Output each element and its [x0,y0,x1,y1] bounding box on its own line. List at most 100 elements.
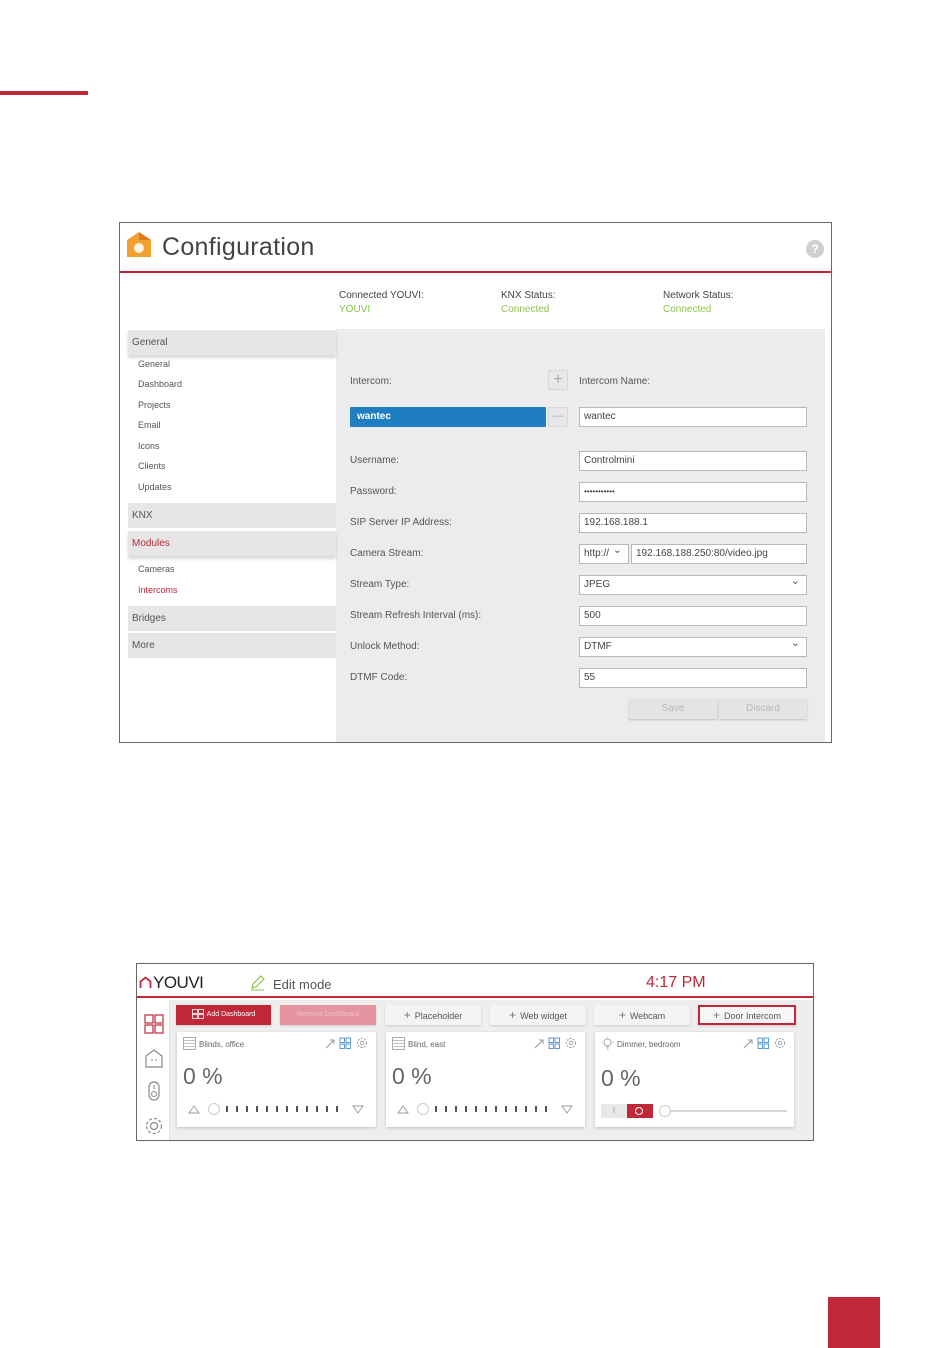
save-button[interactable]: Save [629,699,717,719]
widget-blind-east[interactable]: Blind, east 0 % [386,1032,585,1127]
status-network: Network Status: Connected [663,289,734,317]
sidebar-item-email[interactable]: Email [138,420,161,430]
dashboard-header: YOUVI Edit mode 4:17 PM [137,964,813,998]
widget-name: Blinds, office [199,1040,245,1049]
dtmf-code-field[interactable]: 55 [579,668,807,688]
configuration-header: Configuration ? [120,223,831,273]
settings-gear-icon[interactable] [144,1116,164,1136]
sidebar-item-intercoms[interactable]: Intercoms [138,585,178,595]
configuration-body: Connected YOUVI: YOUVI KNX Status: Conne… [126,279,825,742]
device-icon[interactable] [144,1081,164,1101]
clock: 4:17 PM [646,974,706,991]
discard-button[interactable]: Discard [719,699,807,719]
sidebar-section-bridges[interactable]: Bridges [128,606,336,631]
plus-icon: + [712,1008,720,1022]
status-bar: Connected YOUVI: YOUVI KNX Status: Conne… [126,279,825,329]
intercom-label: Intercom: [350,376,392,387]
brand-name: YOUVI [153,973,204,992]
widget-name: Blind, east [408,1040,446,1049]
grid-icon [191,1009,204,1020]
add-dashboard-label: Add Dashboard [206,1011,256,1018]
widget-value: 0 % [601,1065,641,1091]
unlock-method-select[interactable]: DTMF [579,634,807,657]
sidebar-section-more[interactable]: More [128,633,336,658]
dtmf-code-label: DTMF Code: [350,672,408,683]
intercom-name-field[interactable]: wantec [579,407,807,427]
sidebar-item-cameras[interactable]: Cameras [138,564,175,574]
blind-position-stepper[interactable] [187,1102,368,1116]
status-label: Network Status: [663,290,734,301]
web-widget-label: Web widget [520,1011,567,1021]
sidebar-section-general[interactable]: General [128,330,336,355]
blinds-icon [183,1037,196,1050]
camera-stream-label: Camera Stream: [350,548,424,559]
sidebar-item-icons[interactable]: Icons [138,441,160,451]
help-icon[interactable]: ? [806,240,824,258]
password-label: Password: [350,486,397,497]
username-label: Username: [350,455,399,466]
sidebar-item-projects[interactable]: Projects [138,400,171,410]
add-webcam-button[interactable]: + Webcam [594,1005,690,1025]
power-on-icon[interactable] [627,1104,653,1118]
pencil-icon [251,975,265,991]
unlock-method-label: Unlock Method: [350,641,420,652]
intercom-list-item-selected[interactable]: wantec [350,407,546,427]
sidebar-item-clients[interactable]: Clients [138,461,166,471]
plus-icon: + [618,1008,626,1022]
camera-url-field[interactable]: 192.168.188.250:80/video.jpg [631,544,807,564]
add-placeholder-button[interactable]: + Placeholder [385,1005,481,1025]
widget-tools-icons[interactable] [742,1036,788,1050]
add-door-intercom-button[interactable]: + Door Intercom [698,1005,796,1025]
configuration-window: Configuration ? Connected YOUVI: YOUVI K… [119,222,832,743]
youvi-app-icon [127,232,151,257]
stream-type-label: Stream Type: [350,579,410,590]
door-intercom-label: Door Intercom [723,1011,782,1021]
sidebar-section-modules[interactable]: Modules [128,531,336,556]
sip-server-label: SIP Server IP Address: [350,517,452,528]
widget-dimmer-bedroom[interactable]: Dimmer, bedroom 0 % I [595,1032,794,1127]
remove-dashboard-button[interactable]: Remove Dashboard [280,1005,376,1025]
widget-tools-icons[interactable] [533,1036,579,1050]
refresh-interval-label: Stream Refresh Interval (ms): [350,610,482,621]
intercom-name-label: Intercom Name: [579,376,651,387]
widget-blinds-office[interactable]: Blinds, office 0 % [177,1032,376,1127]
toggle-off-segment[interactable]: I [601,1104,627,1118]
intercom-form: Intercom: + Intercom Name: wantec — want… [336,329,825,742]
add-intercom-button[interactable]: + [548,370,568,390]
page-title: Configuration [162,233,315,261]
remove-intercom-button[interactable]: — [548,407,568,427]
dashboard-grid-icon[interactable] [144,1014,164,1034]
add-web-widget-button[interactable]: + Web widget [490,1005,586,1025]
page-number-tab [828,1297,880,1348]
dashboard-content: Add Dashboard Remove Dashboard + Placehol… [170,1000,813,1140]
refresh-interval-field[interactable]: 500 [579,606,807,626]
sidebar-section-knx[interactable]: KNX [128,503,336,528]
add-dashboard-button[interactable]: Add Dashboard [176,1005,271,1025]
dashboard-sidebar [137,1000,170,1140]
status-value: Connected [501,304,550,315]
blind-position-stepper[interactable] [396,1102,577,1116]
bulb-icon [601,1037,614,1050]
dimmer-power-toggle[interactable]: I [601,1104,653,1118]
blinds-icon [392,1037,405,1050]
password-field[interactable]: ••••••••••• [579,482,807,502]
camera-protocol-select[interactable]: http:// [579,541,629,564]
stream-type-select[interactable]: JPEG [579,572,807,595]
username-field[interactable]: Controlmini [579,451,807,471]
sip-server-field[interactable]: 192.168.188.1 [579,513,807,533]
widget-name: Dimmer, bedroom [617,1040,681,1049]
youvi-logo-icon [139,976,152,988]
status-label: Connected YOUVI: [339,290,424,301]
status-value: Connected [663,304,712,315]
home-icon[interactable] [144,1048,164,1068]
placeholder-label: Placeholder [414,1011,463,1021]
dimmer-slider[interactable] [659,1104,789,1118]
sidebar-item-general[interactable]: General [138,359,170,369]
status-value: YOUVI [339,304,371,315]
widget-tools-icons[interactable] [324,1036,370,1050]
sidebar-item-updates[interactable]: Updates [138,482,172,492]
status-knx: KNX Status: Connected [501,289,555,317]
settings-sidebar: General General Dashboard Projects Email… [126,329,336,742]
sidebar-item-dashboard[interactable]: Dashboard [138,379,182,389]
widget-value: 0 % [183,1063,223,1089]
